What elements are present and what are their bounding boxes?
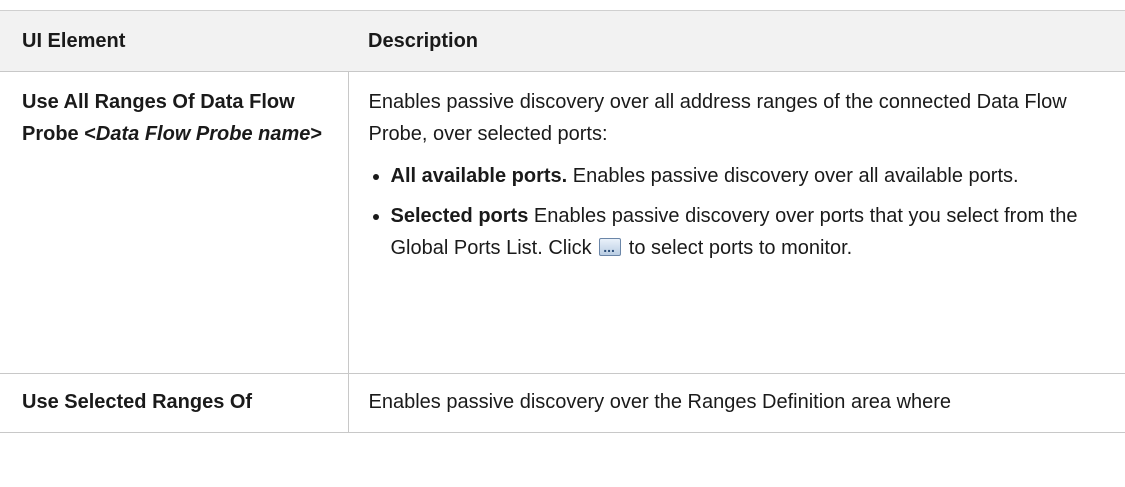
option-text: Enables passive discovery over all avail… [567, 165, 1019, 187]
description-cell: Enables passive discovery over all addre… [348, 71, 1125, 374]
header-description: Description [348, 10, 1125, 72]
ui-element-description-table: UI Element Description Use All Ranges Of… [0, 10, 1125, 433]
browse-ellipsis-icon [599, 231, 622, 263]
element-name-italic: Data Flow Probe name [95, 123, 311, 145]
header-ui-element: UI Element [0, 10, 348, 72]
option-title: All available ports. [390, 165, 568, 187]
element-name-suffix: > [310, 123, 323, 145]
table-row: Use Selected Ranges Of Enables passive d… [0, 373, 1125, 433]
description-intro: Enables passive discovery over all addre… [368, 91, 1067, 145]
list-item: Selected ports Enables passive discovery… [372, 200, 1106, 264]
option-text-after: to select ports to monitor. [623, 237, 853, 259]
table-row: Use All Ranges Of Data Flow Probe <Data … [0, 71, 1125, 374]
list-item: All available ports. Enables passive dis… [372, 160, 1106, 192]
table-header-row: UI Element Description [0, 10, 1125, 72]
description-cell: Enables passive discovery over the Range… [348, 373, 1125, 433]
ui-element-cell: Use Selected Ranges Of [0, 373, 349, 433]
option-title: Selected ports [390, 205, 529, 227]
option-list: All available ports. Enables passive dis… [369, 160, 1106, 264]
ui-element-cell: Use All Ranges Of Data Flow Probe <Data … [0, 71, 349, 374]
